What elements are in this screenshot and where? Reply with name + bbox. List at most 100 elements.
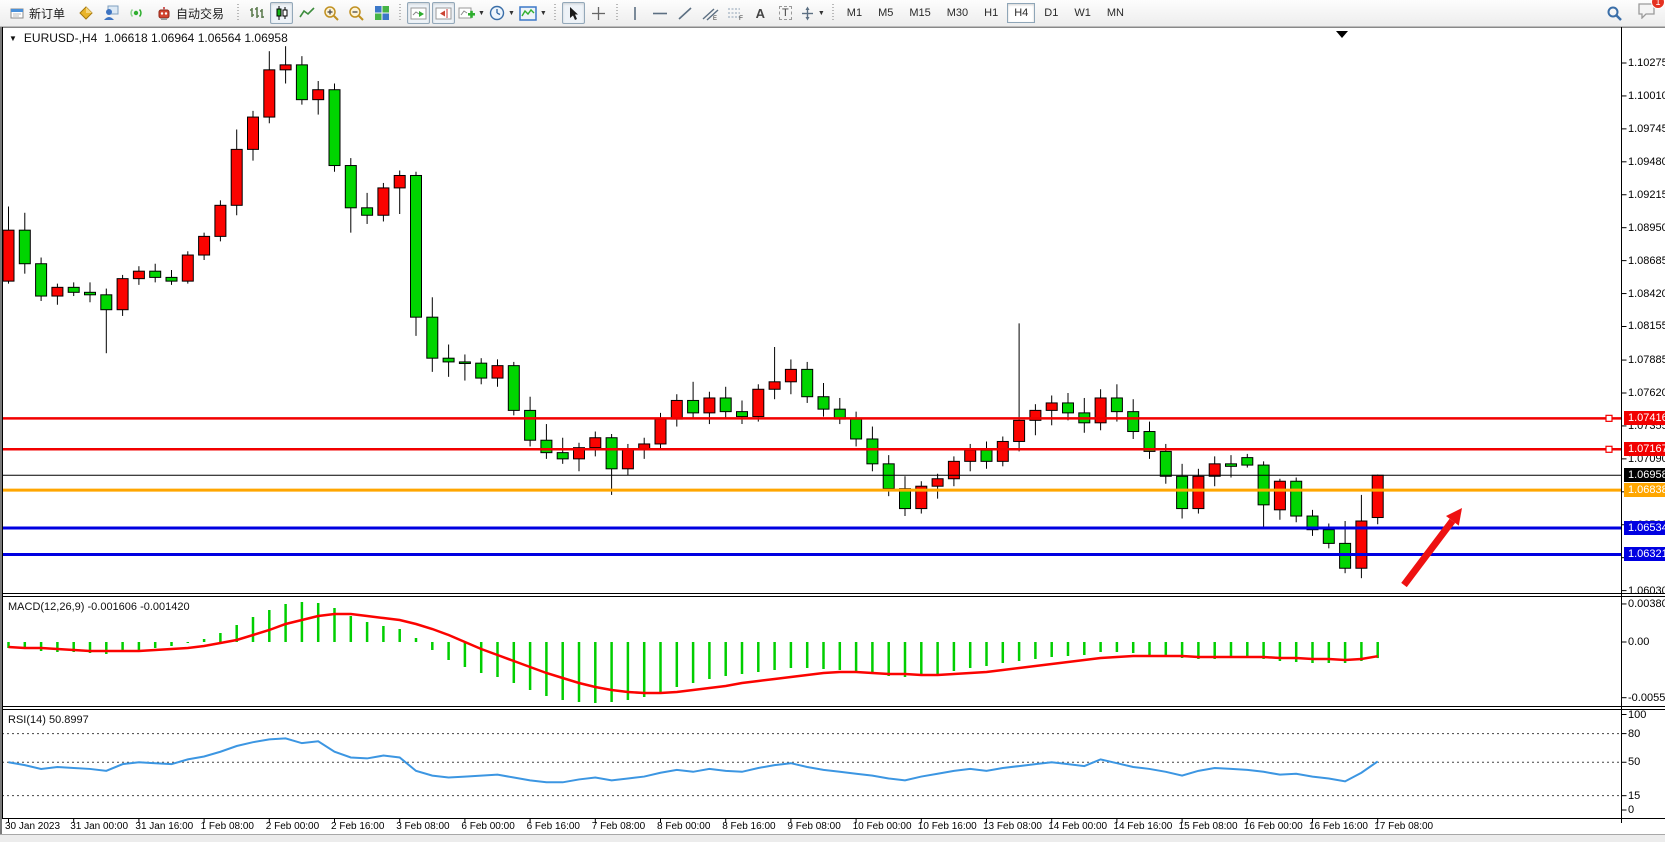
rsi-axis-label: 80 bbox=[1628, 728, 1640, 740]
candle-body-down bbox=[557, 453, 568, 459]
trendline-button[interactable] bbox=[674, 2, 697, 24]
candle-body-down bbox=[101, 295, 112, 310]
chart-canvas[interactable] bbox=[2, 27, 1665, 834]
svg-text:F: F bbox=[739, 15, 743, 21]
crosshair-button[interactable] bbox=[587, 2, 610, 24]
candle-body-down bbox=[720, 398, 731, 412]
new-order-ticket-icon bbox=[10, 7, 25, 20]
candle-body-down bbox=[688, 400, 699, 412]
candle-body-up bbox=[264, 70, 275, 117]
market-depth-button[interactable] bbox=[74, 2, 97, 24]
tile-windows-button[interactable] bbox=[370, 2, 393, 24]
candle-body-down bbox=[851, 419, 862, 439]
time-axis-label: 3 Feb 08:00 bbox=[396, 821, 449, 832]
candle-body-up bbox=[622, 449, 633, 469]
search-icon bbox=[1606, 5, 1623, 22]
profile-button[interactable] bbox=[99, 2, 122, 24]
timeframe-button-w1[interactable]: W1 bbox=[1067, 3, 1098, 23]
candle-body-up bbox=[394, 175, 405, 187]
price-tick-label: 1.08685 bbox=[1628, 255, 1665, 267]
trendline-icon bbox=[677, 6, 693, 21]
fibonacci-button[interactable]: F bbox=[724, 2, 747, 24]
candlestick-chart-button[interactable] bbox=[270, 2, 293, 24]
new-chart-button[interactable]: ▼ bbox=[457, 2, 486, 24]
timeframe-button-h1[interactable]: H1 bbox=[977, 3, 1005, 23]
candle-body-up bbox=[199, 236, 210, 255]
candle-body-up bbox=[1046, 403, 1057, 410]
horizontal-line-button[interactable] bbox=[649, 2, 672, 24]
symbol-timeframe: EURUSD-,H4 bbox=[24, 31, 97, 45]
auto-scroll-icon bbox=[410, 6, 427, 21]
zoom-in-button[interactable] bbox=[320, 2, 343, 24]
candle-body-up bbox=[1274, 481, 1285, 510]
macd-axis-label: 0.00 bbox=[1628, 636, 1649, 648]
zoom-out-icon bbox=[348, 5, 365, 22]
toolbar-right: 1 bbox=[1602, 2, 1657, 24]
candle-body-down bbox=[818, 397, 829, 409]
line-chart-button[interactable] bbox=[295, 2, 318, 24]
text-label-button[interactable]: T bbox=[774, 2, 797, 24]
price-line-label: 1.06958 bbox=[1624, 468, 1665, 482]
periods-button[interactable]: ▼ bbox=[488, 2, 516, 24]
arrows-button[interactable]: ▼ bbox=[799, 2, 826, 24]
chart-shift-button[interactable] bbox=[432, 2, 455, 24]
rsi-axis-label: 100 bbox=[1628, 709, 1646, 721]
line-handle[interactable] bbox=[1606, 415, 1612, 421]
timeframe-button-m1[interactable]: M1 bbox=[840, 3, 869, 23]
candle-body-down bbox=[85, 292, 96, 294]
time-axis-label: 31 Jan 00:00 bbox=[70, 821, 128, 832]
timeframe-button-mn[interactable]: MN bbox=[1100, 3, 1131, 23]
gold-diamond-icon bbox=[78, 5, 94, 21]
time-axis-label: 30 Jan 2023 bbox=[5, 821, 60, 832]
autotrading-button[interactable]: 自动交易 bbox=[149, 2, 231, 24]
candle-body-down bbox=[525, 410, 536, 440]
signal-button[interactable] bbox=[124, 2, 147, 24]
time-axis-label: 1 Feb 08:00 bbox=[201, 821, 254, 832]
timeframe-button-m30[interactable]: M30 bbox=[940, 3, 975, 23]
new-order-label: 新订单 bbox=[29, 5, 65, 22]
cursor-icon bbox=[566, 6, 581, 21]
channel-icon: E bbox=[702, 6, 719, 21]
toolbar-grip bbox=[552, 4, 558, 22]
candle-body-down bbox=[1111, 398, 1122, 412]
horizontal-line-icon bbox=[652, 6, 668, 21]
candle-body-up bbox=[52, 287, 63, 296]
timeframe-button-m5[interactable]: M5 bbox=[871, 3, 900, 23]
chart-shift-marker[interactable] bbox=[1336, 31, 1348, 38]
timeframe-button-d1[interactable]: D1 bbox=[1037, 3, 1065, 23]
zoom-out-button[interactable] bbox=[345, 2, 368, 24]
chevron-down-icon: ▼ bbox=[478, 10, 485, 17]
line-handle[interactable] bbox=[1606, 446, 1612, 452]
candle-body-down bbox=[150, 271, 161, 277]
timeframe-button-h4[interactable]: H4 bbox=[1007, 3, 1035, 23]
time-axis-label: 9 Feb 08:00 bbox=[787, 821, 840, 832]
cursor-button[interactable] bbox=[562, 2, 585, 24]
chat-button[interactable]: 1 bbox=[1637, 2, 1657, 24]
crosshair-icon bbox=[591, 6, 606, 21]
candle-body-down bbox=[981, 450, 992, 461]
time-axis-label: 10 Feb 16:00 bbox=[918, 821, 977, 832]
templates-button[interactable]: ▼ bbox=[518, 2, 548, 24]
candle-body-up bbox=[248, 117, 259, 149]
timeframe-button-m15[interactable]: M15 bbox=[902, 3, 937, 23]
annotation-arrow-shaft[interactable] bbox=[1404, 521, 1452, 585]
time-axis-label: 2 Feb 00:00 bbox=[266, 821, 319, 832]
candle-body-down bbox=[166, 277, 177, 281]
candle-body-up bbox=[313, 90, 324, 100]
robot-icon bbox=[156, 6, 172, 21]
bar-chart-icon bbox=[249, 5, 265, 21]
text-button[interactable]: A bbox=[749, 2, 772, 24]
candlestick-chart-icon bbox=[274, 5, 290, 21]
candle-body-up bbox=[182, 255, 193, 281]
bar-chart-button[interactable] bbox=[245, 2, 268, 24]
toolbar: 新订单 自动交易 bbox=[0, 0, 1665, 27]
channel-button[interactable]: E bbox=[699, 2, 722, 24]
toolbar-grip bbox=[614, 4, 620, 22]
vertical-line-button[interactable] bbox=[624, 2, 647, 24]
price-tick-label: 1.09745 bbox=[1628, 123, 1665, 135]
rsi-line bbox=[9, 738, 1378, 782]
chevron-down-icon: ▼ bbox=[508, 10, 515, 17]
search-button[interactable] bbox=[1603, 2, 1626, 24]
auto-scroll-button[interactable] bbox=[407, 2, 430, 24]
new-order-button[interactable]: 新订单 bbox=[3, 2, 72, 24]
